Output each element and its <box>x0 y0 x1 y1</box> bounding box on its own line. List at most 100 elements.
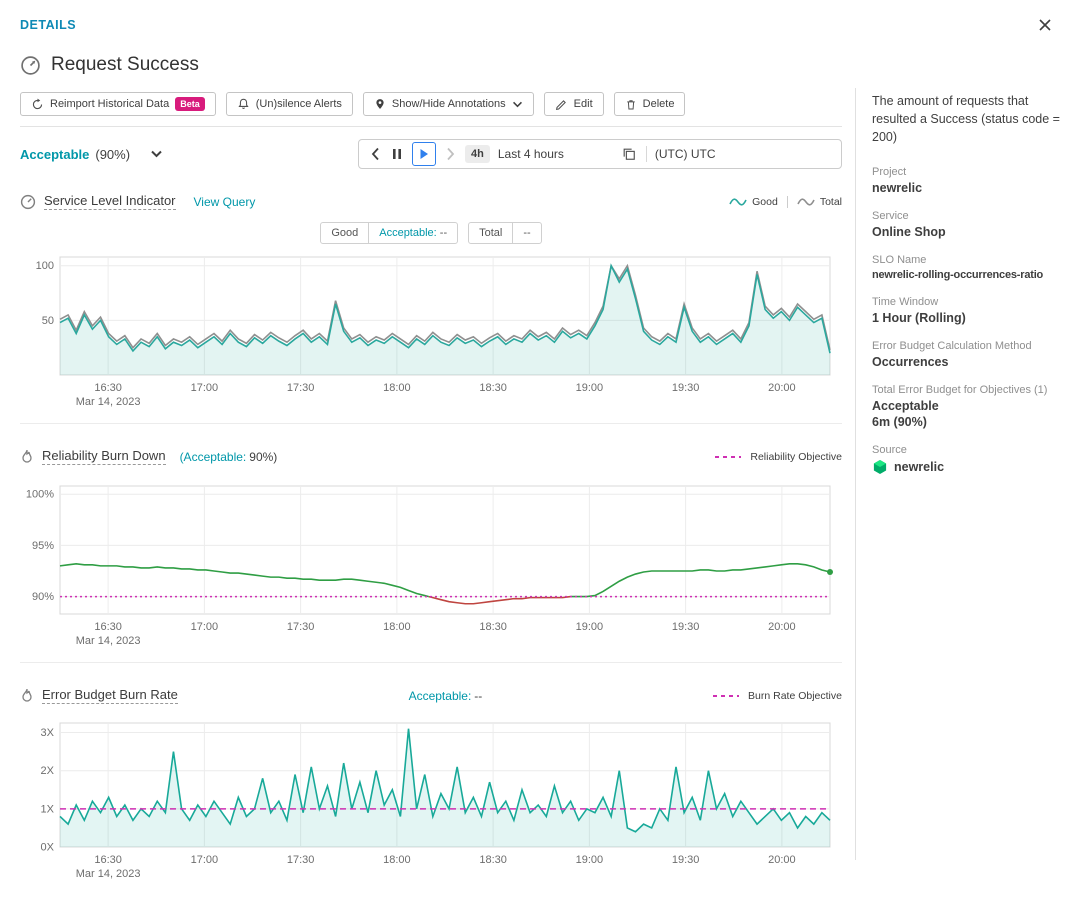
toolbar-divider <box>20 126 842 127</box>
source-label: Source <box>872 444 907 457</box>
burnrate-flame-icon <box>22 688 32 702</box>
burndown-flame-icon <box>22 449 32 463</box>
slo-name-label: SLO Name <box>872 254 927 267</box>
good-series-icon <box>729 197 747 206</box>
svg-text:17:30: 17:30 <box>287 854 315 866</box>
svg-text:Mar 14, 2023: Mar 14, 2023 <box>76 868 141 880</box>
svg-text:19:30: 19:30 <box>672 854 700 866</box>
annotations-button[interactable]: Show/Hide Annotations <box>362 92 534 116</box>
svg-text:19:00: 19:00 <box>576 382 604 394</box>
sli-header: Service Level Indicator View Query Good … <box>20 193 842 210</box>
time-window-value: 1 Hour (Rolling) <box>872 311 966 326</box>
burndown-subtitle: (Acceptable: 90%) <box>179 449 278 464</box>
trash-icon <box>626 99 635 109</box>
error-budget-label: Total Error Budget for Objectives (1) <box>872 384 1048 397</box>
svg-text:19:30: 19:30 <box>672 621 700 633</box>
calc-method-field: Error Budget Calculation Method Occurren… <box>872 340 1072 369</box>
silence-alerts-button[interactable]: (Un)silence Alerts <box>225 92 353 116</box>
burndown-legend: Reliability Objective <box>715 451 842 463</box>
svg-text:18:30: 18:30 <box>479 382 507 394</box>
sli-legend: Good Total <box>729 195 842 208</box>
reimport-historical-data-button[interactable]: Reimport Historical Data Beta <box>20 92 216 116</box>
burndown-chart-canvas: 16:30 Mar 14, 2023 17:00 17:30 18:00 18:30 19:… <box>26 485 833 647</box>
burnrate-chart-canvas: 16:30 Mar 14, 2023 17:00 17:30 18:00 18:30 19:… <box>41 722 831 880</box>
burnrate-section: Error Budget Burn Rate Acceptable: -- Bur… <box>20 687 842 883</box>
project-field: Project newrelic <box>872 166 1072 195</box>
slo-name-value: newrelic-rolling-occurrences-ratio <box>872 269 1044 282</box>
svg-text:17:30: 17:30 <box>287 621 315 633</box>
pause-button[interactable] <box>390 146 404 162</box>
copy-timerange-button[interactable] <box>620 145 638 163</box>
page-title: Request Success <box>51 54 199 75</box>
play-button[interactable] <box>412 142 436 166</box>
chevron-down-icon <box>151 150 162 158</box>
service-value: Online Shop <box>872 225 946 240</box>
panel-divider <box>855 88 856 860</box>
source-field: Source newrelic <box>872 444 1072 475</box>
section-divider <box>20 423 842 424</box>
objective-name: Acceptable <box>20 146 90 162</box>
svg-text:2X: 2X <box>41 765 55 777</box>
svg-text:0X: 0X <box>41 842 55 854</box>
svg-text:Mar 14, 2023: Mar 14, 2023 <box>76 396 141 408</box>
objective-line-icon <box>715 455 742 458</box>
time-window-label: Time Window <box>872 296 939 309</box>
details-sidebar: The amount of requests that resulted a S… <box>872 92 1072 490</box>
play-icon <box>420 149 428 159</box>
summary-acceptable-badge: Acceptable: -- <box>368 222 459 244</box>
objective-selector[interactable]: Acceptable (90%) <box>20 147 163 162</box>
svg-text:16:30: 16:30 <box>94 854 122 866</box>
svg-text:19:00: 19:00 <box>576 621 604 633</box>
legend-divider <box>786 195 788 208</box>
section-divider <box>20 662 842 663</box>
burndown-header: Reliability Burn Down (Acceptable: 90%) R… <box>20 448 842 465</box>
svg-text:18:30: 18:30 <box>479 854 507 866</box>
svg-text:17:00: 17:00 <box>191 854 219 866</box>
svg-text:18:00: 18:00 <box>383 854 411 866</box>
burnrate-objective-label: Burn Rate Objective <box>748 689 842 702</box>
refresh-icon <box>32 98 43 109</box>
sli-section: Service Level Indicator View Query Good … <box>20 193 842 411</box>
calc-method-label: Error Budget Calculation Method <box>872 340 1032 353</box>
sli-title: Service Level Indicator <box>44 193 176 210</box>
view-query-link[interactable]: View Query <box>194 195 256 209</box>
error-budget-field: Total Error Budget for Objectives (1) Ac… <box>872 384 1072 429</box>
bell-icon <box>238 98 249 109</box>
service-field: Service Online Shop <box>872 210 1072 239</box>
svg-text:16:30: 16:30 <box>94 621 122 633</box>
time-back-button[interactable] <box>369 145 382 163</box>
project-value: newrelic <box>872 181 923 196</box>
annotations-label: Show/Hide Annotations <box>391 98 506 110</box>
delete-button[interactable]: Delete <box>613 92 686 116</box>
copy-icon <box>623 148 635 160</box>
burndown-title: Reliability Burn Down <box>42 448 166 465</box>
svg-text:90%: 90% <box>32 591 54 603</box>
summary-total-value-badge: -- <box>512 222 542 244</box>
svg-text:Mar 14, 2023: Mar 14, 2023 <box>76 635 141 647</box>
reimport-label: Reimport Historical Data <box>50 98 170 110</box>
controls-row: Acceptable (90%) 4h Last 4 hours (UTC) U… <box>20 139 842 169</box>
time-forward-button[interactable] <box>444 145 457 163</box>
reliability-objective-label: Reliability Objective <box>750 450 842 463</box>
burnrate-legend: Burn Rate Objective <box>713 690 842 702</box>
svg-text:3X: 3X <box>41 727 55 739</box>
svg-text:50: 50 <box>42 315 54 327</box>
controls-divider <box>645 146 647 162</box>
time-window-field: Time Window 1 Hour (Rolling) <box>872 296 1072 325</box>
burnrate-title: Error Budget Burn Rate <box>42 687 178 704</box>
legend-total-label: Total <box>819 195 842 208</box>
objective-percent: (90%) <box>95 146 131 162</box>
toolbar: Reimport Historical Data Beta (Un)silenc… <box>20 92 842 116</box>
pause-icon <box>393 149 401 159</box>
svg-text:20:00: 20:00 <box>768 621 796 633</box>
details-heading: DETAILS <box>20 18 77 32</box>
top-bar: DETAILS <box>0 0 1080 34</box>
timezone-label: (UTC) UTC <box>654 147 716 161</box>
range-label[interactable]: Last 4 hours <box>498 147 564 161</box>
close-icon <box>1039 19 1051 31</box>
edit-button[interactable]: Edit <box>543 92 604 116</box>
pencil-icon <box>555 99 566 110</box>
close-button[interactable] <box>1036 16 1054 34</box>
edit-label: Edit <box>573 98 593 110</box>
burnrate-header: Error Budget Burn Rate Acceptable: -- Bur… <box>20 687 842 704</box>
